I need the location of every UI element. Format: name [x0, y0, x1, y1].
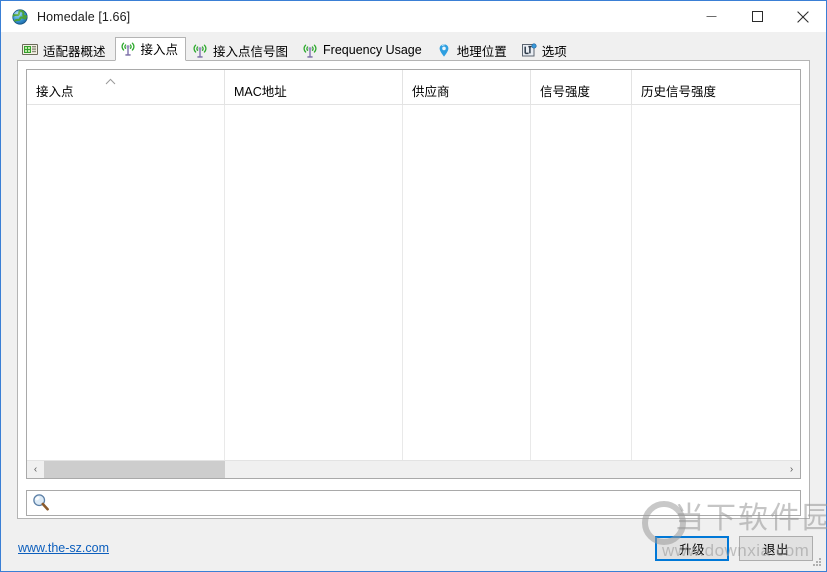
- close-button[interactable]: [780, 1, 826, 32]
- tab-label: 接入点信号图: [213, 44, 289, 59]
- column-header-signal-strength[interactable]: 信号强度: [531, 70, 632, 104]
- column-header-label: 历史信号强度: [641, 85, 717, 99]
- column-header-mac-address[interactable]: MAC地址: [225, 70, 403, 104]
- tab-adapter-overview[interactable]: 适配器概述: [17, 39, 114, 60]
- window-title: Homedale [1.66]: [37, 9, 131, 24]
- website-link[interactable]: www.the-sz.com: [18, 541, 109, 555]
- tab-access-point-signal-chart[interactable]: 接入点信号图: [187, 39, 297, 60]
- maximize-button[interactable]: [734, 1, 780, 32]
- grid-column: [403, 104, 531, 478]
- tab-label: 选项: [541, 44, 567, 59]
- tab-strip: 适配器概述 接入点 接入点信号图 Frequency Usage 地理位置 选项: [1, 32, 826, 61]
- minimize-button[interactable]: [688, 1, 734, 32]
- bottom-bar: www.the-sz.com 升级 退出: [1, 520, 826, 570]
- access-points-list[interactable]: 接入点 MAC地址 供应商 信号强度 历史信号强度 ‹ ›: [26, 69, 801, 479]
- column-header-signal-history[interactable]: 历史信号强度: [632, 70, 800, 104]
- network-adapter-icon: [22, 43, 38, 58]
- column-header-label: 接入点: [36, 85, 74, 99]
- grid-column: [225, 104, 403, 478]
- tab-label: Frequency Usage: [323, 43, 422, 57]
- map-pin-icon: [436, 43, 452, 58]
- magnifier-icon: [31, 493, 53, 513]
- scrollbar-thumb[interactable]: [44, 461, 226, 478]
- scroll-left-arrow-icon[interactable]: ‹: [27, 461, 44, 478]
- exit-button[interactable]: 退出: [739, 536, 813, 561]
- tab-label: 接入点: [140, 43, 179, 57]
- tab-access-points[interactable]: 接入点: [114, 37, 187, 61]
- resize-grip[interactable]: [811, 555, 823, 567]
- grid-column: [632, 104, 800, 478]
- window-controls: [688, 1, 826, 32]
- horizontal-scrollbar[interactable]: ‹ ›: [27, 460, 800, 478]
- list-header-row: 接入点 MAC地址 供应商 信号强度 历史信号强度: [27, 70, 800, 105]
- upgrade-button[interactable]: 升级: [655, 536, 729, 561]
- sort-ascending-icon: [105, 74, 116, 85]
- column-header-label: MAC地址: [234, 85, 287, 99]
- list-empty-body: [27, 104, 800, 478]
- access-point-signal-icon: [120, 41, 136, 56]
- grid-column: [531, 104, 632, 478]
- tab-options[interactable]: 选项: [515, 39, 575, 60]
- application-window: Homedale [1.66] 适配器概述 接入点 接入点信号图 Frequen…: [0, 0, 827, 572]
- tab-label: 地理位置: [456, 44, 507, 59]
- access-point-signal-icon: [302, 43, 318, 58]
- scroll-right-arrow-icon[interactable]: ›: [783, 461, 800, 478]
- scrollbar-track[interactable]: [44, 461, 783, 478]
- column-header-vendor[interactable]: 供应商: [403, 70, 531, 104]
- column-header-access-point[interactable]: 接入点: [27, 70, 225, 104]
- grid-column: [27, 104, 225, 478]
- search-box[interactable]: [26, 490, 801, 516]
- tab-list: 适配器概述 接入点 接入点信号图 Frequency Usage 地理位置 选项: [17, 35, 576, 61]
- tab-frequency-usage[interactable]: Frequency Usage: [297, 39, 430, 60]
- column-header-label: 信号强度: [540, 85, 591, 99]
- access-points-panel: 接入点 MAC地址 供应商 信号强度 历史信号强度 ‹ ›: [17, 60, 810, 519]
- tab-geolocation[interactable]: 地理位置: [430, 39, 515, 60]
- column-header-label: 供应商: [412, 85, 450, 99]
- title-bar: Homedale [1.66]: [1, 1, 826, 32]
- globe-icon: [12, 8, 28, 25]
- tab-label: 适配器概述: [43, 44, 106, 59]
- search-input[interactable]: [53, 492, 800, 514]
- options-icon: [521, 42, 537, 58]
- access-point-signal-icon: [192, 43, 208, 58]
